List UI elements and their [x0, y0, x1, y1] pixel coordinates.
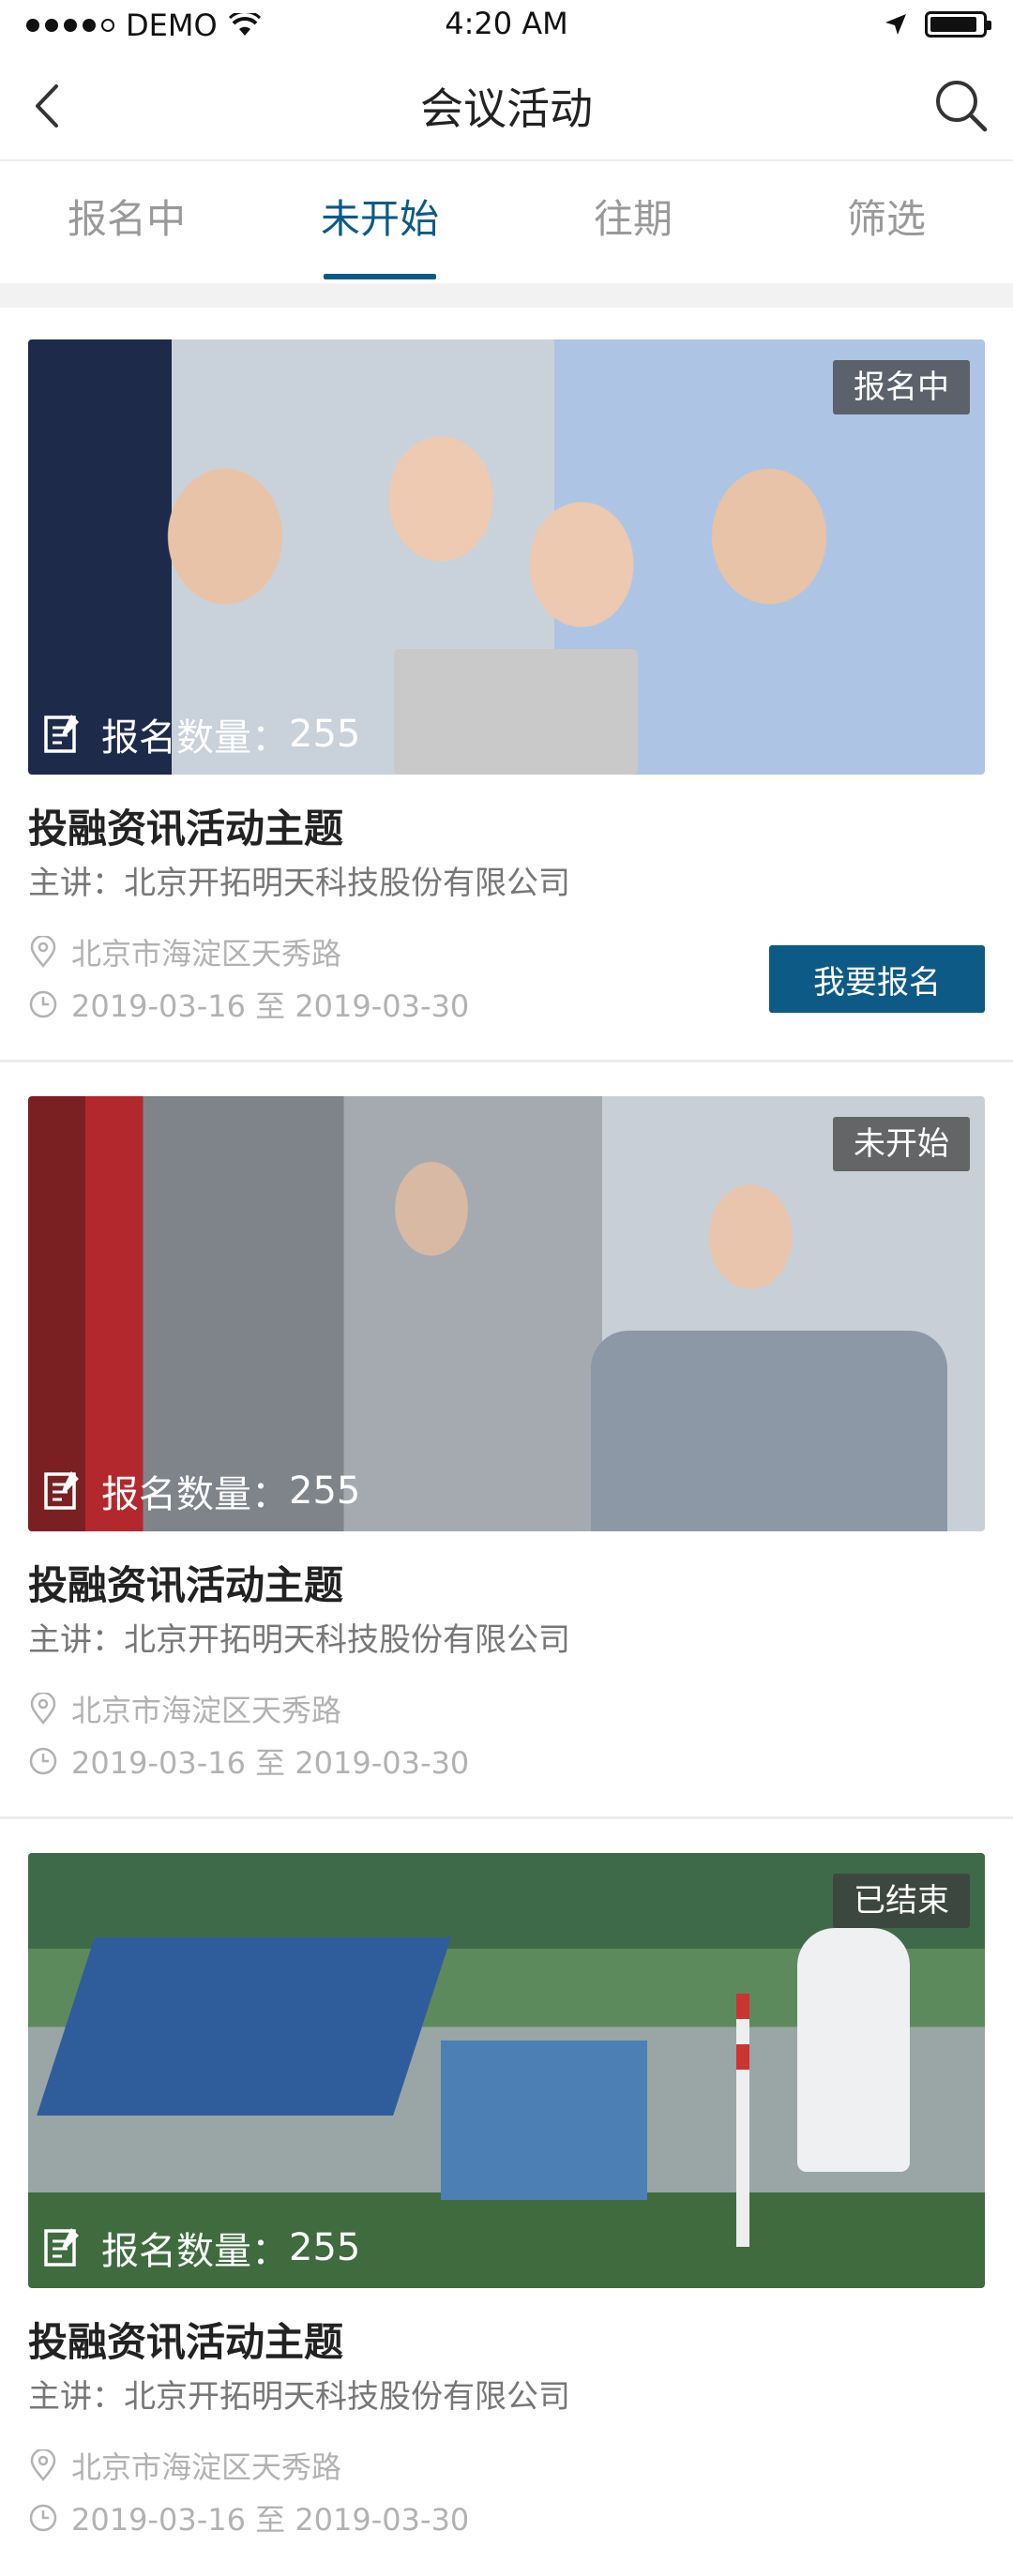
tab-label: 未开始 [320, 196, 439, 242]
event-card[interactable]: 报名中 报名数量： 255 投融资讯活动主题 主讲：北京开拓明天科技股份有限公司… [0, 308, 1013, 1062]
event-location-text: 北京市海淀区天秀路 [71, 1693, 342, 1728]
event-image-office-team: 报名中 报名数量： 255 [28, 339, 985, 775]
tab-registering[interactable]: 报名中 [0, 161, 253, 281]
signup-count-value: 255 [289, 1469, 361, 1513]
event-speaker: 主讲：北京开拓明天科技股份有限公司 [28, 1621, 570, 1659]
event-date: 2019-03-16 至 2019-03-30 [28, 1740, 469, 1783]
status-bar: DEMO 4:20 AM [0, 0, 1013, 53]
active-tab-indicator [324, 274, 436, 279]
location-pin-icon [30, 2449, 56, 2481]
event-image-factory-worker: 未开始 报名数量： 255 [28, 1096, 985, 1531]
tab-bar: 报名中 未开始 往期 筛选 [0, 161, 1013, 281]
signup-count-value: 255 [289, 713, 361, 756]
signup-count: 报名数量： 255 [43, 2221, 360, 2275]
location-arrow-icon [885, 14, 906, 35]
event-date: 2019-03-16 至 2019-03-30 [28, 983, 469, 1026]
search-button[interactable] [929, 75, 994, 137]
event-location-text: 北京市海淀区天秀路 [71, 936, 342, 972]
edit-note-icon [44, 2228, 79, 2267]
wifi-icon [228, 13, 261, 36]
building-graphic [441, 2041, 647, 2200]
chimney-graphic [736, 1994, 749, 2247]
worker-uniform-graphic [591, 1331, 947, 1531]
event-card[interactable]: 已结束 报名数量： 255 投融资讯活动主题 主讲：北京开拓明天科技股份有限公司… [0, 1821, 1013, 2576]
battery-fill [930, 17, 976, 32]
section-divider [0, 283, 1013, 308]
event-speaker: 主讲：北京开拓明天科技股份有限公司 [28, 2378, 570, 2416]
tab-label: 筛选 [846, 196, 926, 242]
navigation-bar: 会议活动 [0, 53, 1013, 161]
status-badge: 报名中 [833, 360, 970, 414]
battery-icon [925, 11, 991, 38]
card-divider [0, 1060, 1013, 1062]
event-card[interactable]: 未开始 报名数量： 255 投融资讯活动主题 主讲：北京开拓明天科技股份有限公司… [0, 1064, 1013, 1819]
clock-icon [29, 1747, 57, 1775]
location-pin-icon [30, 1693, 56, 1725]
event-speaker: 主讲：北京开拓明天科技股份有限公司 [28, 865, 570, 902]
edit-note-icon [44, 1471, 79, 1510]
event-title: 投融资讯活动主题 [28, 806, 344, 851]
cooling-tower-graphic [797, 1928, 910, 2172]
status-badge: 已结束 [833, 1874, 970, 1928]
clock-icon [29, 990, 57, 1018]
event-date-text: 2019-03-16 至 2019-03-30 [71, 1745, 470, 1781]
signal-strength-icon [26, 19, 114, 32]
card-divider [0, 1816, 1013, 1819]
event-location-text: 北京市海淀区天秀路 [71, 2449, 342, 2485]
event-title: 投融资讯活动主题 [28, 2319, 344, 2365]
tab-label: 往期 [593, 196, 673, 242]
factory-roof-graphic [37, 1937, 451, 2116]
tab-label: 报名中 [67, 196, 186, 242]
clock-icon [29, 2504, 57, 2532]
signup-count-label: 报名数量： [101, 2230, 289, 2273]
search-icon [936, 81, 988, 132]
signup-count-label: 报名数量： [101, 716, 289, 760]
signup-count: 报名数量： 255 [43, 707, 360, 761]
edit-note-icon [44, 715, 79, 753]
signup-count-label: 报名数量： [101, 1473, 289, 1516]
signup-button[interactable]: 我要报名 [769, 945, 985, 1013]
event-date-text: 2019-03-16 至 2019-03-30 [71, 2502, 470, 2538]
laptop-graphic [394, 649, 638, 775]
event-date: 2019-03-16 至 2019-03-30 [28, 2496, 469, 2539]
tab-not-started[interactable]: 未开始 [253, 161, 506, 281]
signup-count-value: 255 [289, 2226, 361, 2269]
location-pin-icon [30, 936, 56, 968]
page-title: 会议活动 [420, 83, 593, 134]
event-location: 北京市海淀区天秀路 [28, 1687, 341, 1730]
carrier-name: DEMO [126, 8, 218, 43]
status-left: DEMO [26, 8, 261, 43]
event-location: 北京市海淀区天秀路 [28, 2444, 341, 2487]
event-location: 北京市海淀区天秀路 [28, 930, 341, 973]
event-title: 投融资讯活动主题 [28, 1562, 344, 1608]
event-image-power-plant: 已结束 报名数量： 255 [28, 1853, 985, 2288]
status-badge: 未开始 [833, 1117, 970, 1171]
status-right [884, 11, 991, 38]
event-date-text: 2019-03-16 至 2019-03-30 [71, 988, 470, 1024]
signup-count: 报名数量： 255 [43, 1464, 360, 1518]
tab-past[interactable]: 往期 [506, 161, 760, 281]
tab-filter[interactable]: 筛选 [760, 161, 1013, 281]
